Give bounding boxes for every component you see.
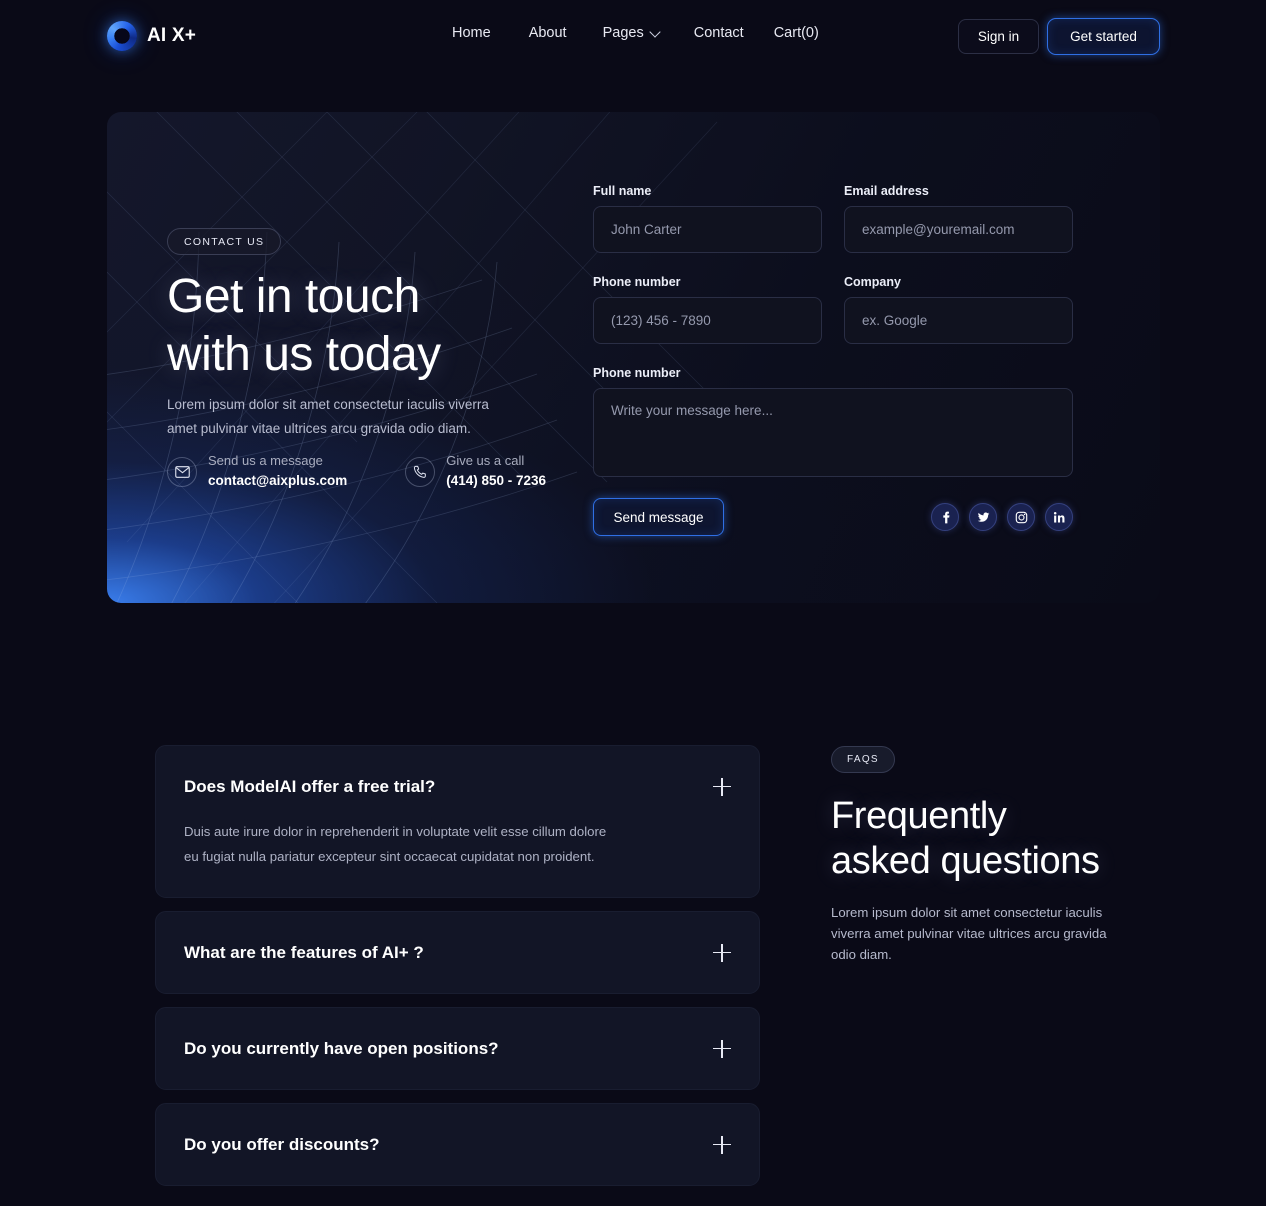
contact-phone-row[interactable]: Give us a call (414) 850 - 7236 (405, 452, 546, 491)
logo-ring-icon (107, 21, 137, 51)
field-phone: Phone number (123) 456 - 7890 (593, 275, 822, 344)
contact-subcopy: Lorem ipsum dolor sit amet consectetur i… (167, 397, 489, 436)
contact-phone-value: (414) 850 - 7236 (446, 473, 547, 488)
form-row-1: Full name John Carter Email address exam… (593, 184, 1073, 253)
faq-item-header[interactable]: What are the features of AI+ ? (184, 912, 731, 993)
phone-input[interactable]: (123) 456 - 7890 (593, 297, 822, 344)
faq-question: Does ModelAI offer a free trial? (184, 776, 436, 796)
contact-email-value: contact@aixplus.com (208, 473, 348, 488)
message-label: Phone number (593, 366, 681, 380)
field-company: Company ex. Google (844, 275, 1073, 344)
top-navigation-bar: AI X+ Home About Pages Contact Cart(0) S… (0, 0, 1266, 72)
sign-in-button[interactable]: Sign in (958, 19, 1039, 54)
plus-icon[interactable] (713, 943, 731, 962)
envelope-icon (167, 456, 197, 487)
contact-phone-label: Give us a call (446, 453, 525, 468)
nav-item-home-label: Home (452, 25, 491, 41)
faq-title-line-1: Frequently (831, 795, 1007, 837)
faq-item-header[interactable]: Does ModelAI offer a free trial? (184, 746, 731, 827)
faqs-badge: FAQS (831, 746, 895, 773)
company-input[interactable]: ex. Google (844, 297, 1073, 344)
faq-subtitle: Lorem ipsum dolor sit amet consectetur i… (831, 905, 1107, 962)
facebook-icon[interactable] (931, 503, 959, 531)
instagram-icon[interactable] (1007, 503, 1035, 531)
form-row-2: Phone number (123) 456 - 7890 Company ex… (593, 275, 1073, 344)
full-name-input[interactable]: John Carter (593, 206, 822, 253)
faq-question: Do you currently have open positions? (184, 1038, 499, 1058)
nav-item-about[interactable]: About (529, 25, 567, 41)
field-email: Email address example@youremail.com (844, 184, 1073, 253)
faq-item-header[interactable]: Do you currently have open positions? (184, 1008, 731, 1089)
faq-item[interactable]: Do you currently have open positions? (155, 1007, 760, 1090)
plus-icon[interactable] (713, 1039, 731, 1058)
contact-methods: Send us a message contact@aixplus.com Gi… (167, 452, 546, 491)
faq-intro: FAQS Frequently asked questions Lorem ip… (831, 746, 1131, 965)
message-textarea[interactable]: Write your message here... (593, 388, 1073, 477)
nav-item-cart-label: Cart(0) (773, 25, 819, 41)
get-started-button[interactable]: Get started (1047, 18, 1160, 55)
faq-list: Does ModelAI offer a free trial? Duis au… (155, 745, 760, 1199)
email-input[interactable]: example@youremail.com (844, 206, 1073, 253)
twitter-icon[interactable] (969, 503, 997, 531)
email-label: Email address (844, 184, 929, 198)
nav-links: Home About Pages Contact Cart(0) (452, 25, 819, 41)
nav-item-pages-label: Pages (602, 25, 644, 41)
faq-item[interactable]: What are the features of AI+ ? (155, 911, 760, 994)
field-full-name: Full name John Carter (593, 184, 822, 253)
contact-card: CONTACT US Get in touch with us today Lo… (107, 112, 1160, 603)
phone-icon (405, 456, 436, 487)
nav-item-about-label: About (528, 25, 567, 41)
nav-item-contact-label: Contact (693, 25, 744, 41)
logo-text: AI X+ (147, 25, 197, 46)
faq-question: What are the features of AI+ ? (184, 942, 424, 962)
page-title: Get in touch with us today (167, 268, 637, 384)
form-footer: Send message (593, 498, 1073, 536)
form-spacer-2 (593, 344, 1073, 366)
contact-email-row[interactable]: Send us a message contact@aixplus.com (167, 452, 347, 491)
page-title-line-2: with us today (167, 328, 441, 381)
faq-item-header[interactable]: Do you offer discounts? (184, 1104, 731, 1185)
phone-label: Phone number (593, 275, 681, 289)
nav-actions: Sign in Get started (958, 18, 1160, 55)
contact-form: Full name John Carter Email address exam… (593, 184, 1073, 536)
social-links (931, 503, 1073, 531)
faq-item[interactable]: Do you offer discounts? (155, 1103, 760, 1186)
field-message: Phone number Write your message here... (593, 366, 1073, 477)
faq-title-line-2: asked questions (831, 840, 1100, 882)
company-label: Company (844, 275, 901, 289)
contact-us-badge: CONTACT US (167, 228, 282, 255)
chevron-down-icon (651, 27, 660, 36)
send-message-button[interactable]: Send message (593, 498, 724, 536)
faq-title: Frequently asked questions (831, 794, 1131, 884)
nav-item-pages[interactable]: Pages (603, 25, 660, 41)
faq-question: Do you offer discounts? (184, 1134, 380, 1154)
form-spacer (593, 253, 1073, 275)
full-name-label: Full name (593, 184, 652, 198)
page-title-line-1: Get in touch (167, 270, 420, 323)
faq-item[interactable]: Does ModelAI offer a free trial? Duis au… (155, 745, 760, 898)
plus-icon[interactable] (713, 777, 731, 796)
faq-answer: Duis aute irure dolor in reprehenderit i… (184, 824, 607, 864)
nav-item-home[interactable]: Home (452, 25, 491, 41)
logo[interactable]: AI X+ (107, 21, 196, 51)
nav-item-contact[interactable]: Contact (694, 25, 744, 41)
contact-email-label: Send us a message (208, 453, 323, 468)
nav-item-cart[interactable]: Cart(0) (774, 25, 819, 41)
plus-icon[interactable] (713, 1135, 731, 1154)
linkedin-icon[interactable] (1045, 503, 1073, 531)
